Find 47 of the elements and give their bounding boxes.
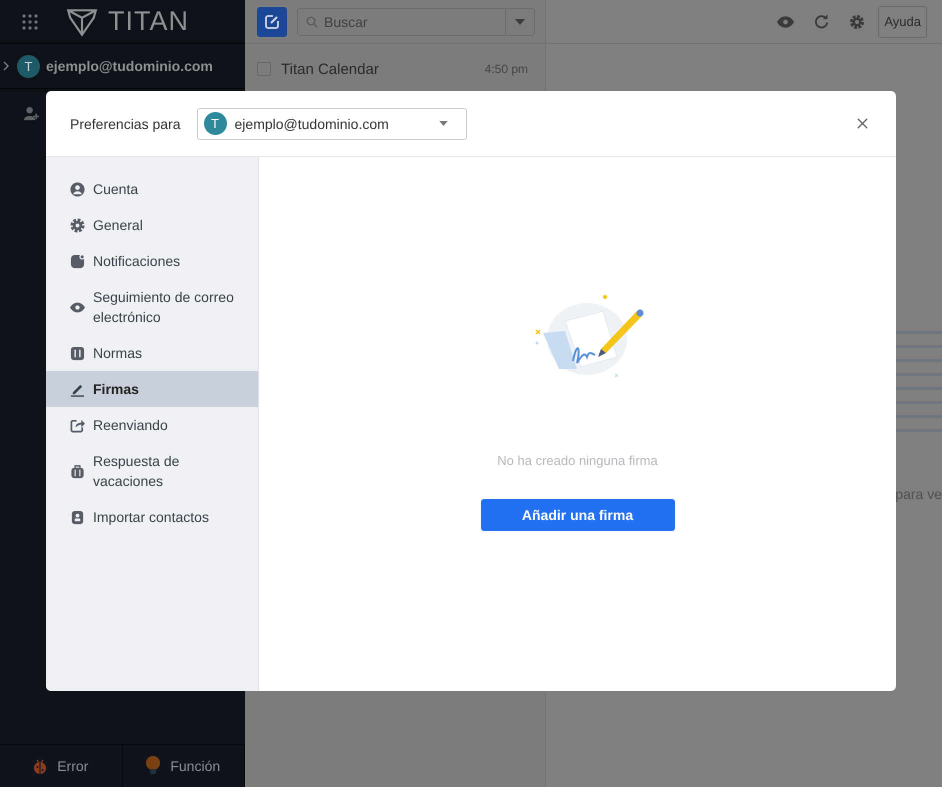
chevron-icon [3,61,9,71]
refresh-icon[interactable] [814,14,830,29]
mail-time: 4:50 pm [484,62,528,76]
notification-icon [70,254,85,268]
dialog-title: Preferencias para [70,116,181,132]
add-user-icon[interactable] [24,106,39,121]
rules-icon [70,346,85,360]
nav-item[interactable]: Cuenta [46,171,258,207]
mail-sender: Titan Calendar [281,60,380,78]
search-icon [306,16,318,28]
lightbulb-icon [146,756,160,776]
caret-icon [438,121,448,126]
account-row[interactable]: T ejemplo@tudominio.com [0,44,245,89]
close-icon [857,118,868,129]
search-input[interactable]: Buscar [318,12,505,30]
account-email: ejemplo@tudominio.com [46,58,213,74]
share-icon [70,418,85,432]
apps-grid-icon[interactable] [22,14,38,30]
nav-item[interactable]: Seguimiento de correo electrónico [46,279,258,335]
user-icon [70,182,85,196]
settings-icon[interactable] [849,14,866,30]
eye-icon [70,300,85,314]
compose-button[interactable] [257,6,287,36]
logo-text: TITAN [108,6,189,37]
nav-item[interactable]: General [46,207,258,243]
gear-icon [70,218,85,232]
avatar: T [204,112,227,135]
nav-item[interactable]: Normas [46,335,258,371]
caret-icon [515,18,525,24]
help-button[interactable]: Ayuda [878,6,927,38]
account-select[interactable]: T ejemplo@tudominio.com [196,108,467,140]
nav-item[interactable]: Firmas [46,371,258,407]
nav-item[interactable]: Importar contactos [46,499,258,535]
compose-icon [264,14,280,30]
avatar: T [17,54,40,78]
nav-item[interactable]: Reenviando [46,407,258,443]
eye-icon[interactable] [777,16,794,28]
nav-item[interactable]: Respuesta de vacaciones [46,443,258,499]
empty-message: No ha creado ninguna firma [497,453,658,468]
add-signature-button[interactable]: Añadir una firma [480,499,674,531]
nav-item[interactable]: Notificaciones [46,243,258,279]
search-field[interactable]: Buscar [297,8,535,36]
contact-card-icon [70,510,85,524]
suitcase-icon [70,464,85,478]
selected-account: ejemplo@tudominio.com [234,116,390,132]
ladybug-icon [33,758,48,774]
logo-icon [66,6,98,36]
